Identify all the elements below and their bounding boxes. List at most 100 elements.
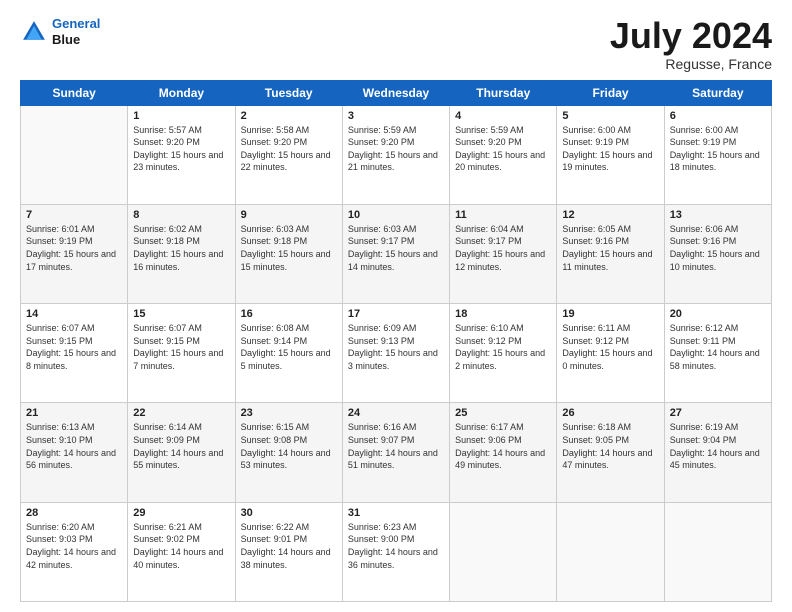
day-info: Sunrise: 6:11 AM Sunset: 9:12 PM Dayligh… (562, 322, 658, 372)
calendar-cell: 16Sunrise: 6:08 AM Sunset: 9:14 PM Dayli… (235, 304, 342, 403)
col-wednesday: Wednesday (342, 80, 449, 105)
day-info: Sunrise: 6:22 AM Sunset: 9:01 PM Dayligh… (241, 521, 337, 571)
calendar-cell: 9 Sunrise: 6:03 AM Sunset: 9:18 PM Daylig… (235, 204, 342, 303)
calendar-week-row: 14 Sunrise: 6:07 AM Sunset: 9:15 PM Dayli… (21, 304, 772, 403)
calendar-cell: 14 Sunrise: 6:07 AM Sunset: 9:15 PM Dayli… (21, 304, 128, 403)
calendar-cell: 29 Sunrise: 6:21 AM Sunset: 9:02 PM Dayli… (128, 502, 235, 601)
calendar-cell: 4 Sunrise: 5:59 AM Sunset: 9:20 PM Daylig… (450, 105, 557, 204)
day-number: 17 (348, 308, 444, 320)
day-number: 18 (455, 308, 551, 320)
day-info: Sunrise: 6:20 AM Sunset: 9:03 PM Dayligh… (26, 521, 122, 571)
day-info: Sunrise: 6:17 AM Sunset: 9:06 PM Dayligh… (455, 421, 551, 471)
calendar-cell: 30 Sunrise: 6:22 AM Sunset: 9:01 PM Dayli… (235, 502, 342, 601)
day-number: 6 (670, 110, 766, 122)
calendar-cell (557, 502, 664, 601)
day-info: Sunrise: 5:59 AM Sunset: 9:20 PM Dayligh… (455, 124, 551, 174)
day-number: 22 (133, 407, 229, 419)
day-info: Sunrise: 6:19 AM Sunset: 9:04 PM Dayligh… (670, 421, 766, 471)
day-info: Sunrise: 5:58 AM Sunset: 9:20 PM Dayligh… (241, 124, 337, 174)
location: Regusse, France (610, 56, 772, 72)
calendar-cell: 10Sunrise: 6:03 AM Sunset: 9:17 PM Dayli… (342, 204, 449, 303)
logo: General Blue (20, 16, 100, 47)
calendar-cell: 20 Sunrise: 6:12 AM Sunset: 9:11 PM Dayli… (664, 304, 771, 403)
day-number: 25 (455, 407, 551, 419)
calendar-week-row: 1 Sunrise: 5:57 AM Sunset: 9:20 PM Daylig… (21, 105, 772, 204)
day-info: Sunrise: 6:09 AM Sunset: 9:13 PM Dayligh… (348, 322, 444, 372)
calendar-cell: 17 Sunrise: 6:09 AM Sunset: 9:13 PM Dayli… (342, 304, 449, 403)
calendar-week-row: 28Sunrise: 6:20 AM Sunset: 9:03 PM Dayli… (21, 502, 772, 601)
month-title: July 2024 (610, 16, 772, 56)
col-tuesday: Tuesday (235, 80, 342, 105)
col-thursday: Thursday (450, 80, 557, 105)
calendar-header-row: Sunday Monday Tuesday Wednesday Thursday… (21, 80, 772, 105)
calendar-cell: 3 Sunrise: 5:59 AM Sunset: 9:20 PM Daylig… (342, 105, 449, 204)
calendar-cell (664, 502, 771, 601)
col-saturday: Saturday (664, 80, 771, 105)
day-number: 19 (562, 308, 658, 320)
day-number: 4 (455, 110, 551, 122)
day-number: 20 (670, 308, 766, 320)
calendar-cell: 22 Sunrise: 6:14 AM Sunset: 9:09 PM Dayli… (128, 403, 235, 502)
day-number: 29 (133, 507, 229, 519)
day-info: Sunrise: 6:07 AM Sunset: 9:15 PM Dayligh… (26, 322, 122, 372)
day-number: 8 (133, 209, 229, 221)
calendar-cell: 8 Sunrise: 6:02 AM Sunset: 9:18 PM Daylig… (128, 204, 235, 303)
calendar-cell: 19 Sunrise: 6:11 AM Sunset: 9:12 PM Dayli… (557, 304, 664, 403)
col-sunday: Sunday (21, 80, 128, 105)
day-info: Sunrise: 5:59 AM Sunset: 9:20 PM Dayligh… (348, 124, 444, 174)
day-number: 31 (348, 507, 444, 519)
calendar-cell: 2 Sunrise: 5:58 AM Sunset: 9:20 PM Daylig… (235, 105, 342, 204)
calendar-cell: 15 Sunrise: 6:07 AM Sunset: 9:15 PM Dayli… (128, 304, 235, 403)
calendar-cell: 18Sunrise: 6:10 AM Sunset: 9:12 PM Dayli… (450, 304, 557, 403)
day-number: 15 (133, 308, 229, 320)
calendar-cell: 11Sunrise: 6:04 AM Sunset: 9:17 PM Dayli… (450, 204, 557, 303)
calendar-cell: 26Sunrise: 6:18 AM Sunset: 9:05 PM Dayli… (557, 403, 664, 502)
calendar-week-row: 21Sunrise: 6:13 AM Sunset: 9:10 PM Dayli… (21, 403, 772, 502)
col-friday: Friday (557, 80, 664, 105)
title-block: July 2024 Regusse, France (610, 16, 772, 72)
calendar-cell: 5Sunrise: 6:00 AM Sunset: 9:19 PM Daylig… (557, 105, 664, 204)
header: General Blue July 2024 Regusse, France (20, 16, 772, 72)
calendar-cell: 21Sunrise: 6:13 AM Sunset: 9:10 PM Dayli… (21, 403, 128, 502)
day-number: 2 (241, 110, 337, 122)
calendar-cell (450, 502, 557, 601)
day-info: Sunrise: 5:57 AM Sunset: 9:20 PM Dayligh… (133, 124, 229, 174)
logo-line1: General (52, 16, 100, 31)
calendar-cell: 25 Sunrise: 6:17 AM Sunset: 9:06 PM Dayli… (450, 403, 557, 502)
day-number: 23 (241, 407, 337, 419)
day-info: Sunrise: 6:04 AM Sunset: 9:17 PM Dayligh… (455, 223, 551, 273)
day-number: 27 (670, 407, 766, 419)
calendar-cell: 27 Sunrise: 6:19 AM Sunset: 9:04 PM Dayli… (664, 403, 771, 502)
page: General Blue July 2024 Regusse, France S… (0, 0, 792, 612)
logo-icon (20, 18, 48, 46)
day-number: 10 (348, 209, 444, 221)
day-number: 3 (348, 110, 444, 122)
day-info: Sunrise: 6:21 AM Sunset: 9:02 PM Dayligh… (133, 521, 229, 571)
day-info: Sunrise: 6:05 AM Sunset: 9:16 PM Dayligh… (562, 223, 658, 273)
day-number: 13 (670, 209, 766, 221)
day-number: 1 (133, 110, 229, 122)
day-info: Sunrise: 6:14 AM Sunset: 9:09 PM Dayligh… (133, 421, 229, 471)
calendar-table: Sunday Monday Tuesday Wednesday Thursday… (20, 80, 772, 602)
day-number: 30 (241, 507, 337, 519)
day-info: Sunrise: 6:00 AM Sunset: 9:19 PM Dayligh… (670, 124, 766, 174)
calendar-cell: 7Sunrise: 6:01 AM Sunset: 9:19 PM Daylig… (21, 204, 128, 303)
day-info: Sunrise: 6:07 AM Sunset: 9:15 PM Dayligh… (133, 322, 229, 372)
day-info: Sunrise: 6:12 AM Sunset: 9:11 PM Dayligh… (670, 322, 766, 372)
calendar-cell: 31 Sunrise: 6:23 AM Sunset: 9:00 PM Dayli… (342, 502, 449, 601)
calendar-week-row: 7Sunrise: 6:01 AM Sunset: 9:19 PM Daylig… (21, 204, 772, 303)
day-info: Sunrise: 6:15 AM Sunset: 9:08 PM Dayligh… (241, 421, 337, 471)
day-number: 24 (348, 407, 444, 419)
day-number: 9 (241, 209, 337, 221)
day-number: 14 (26, 308, 122, 320)
day-info: Sunrise: 6:08 AM Sunset: 9:14 PM Dayligh… (241, 322, 337, 372)
day-info: Sunrise: 6:23 AM Sunset: 9:00 PM Dayligh… (348, 521, 444, 571)
day-info: Sunrise: 6:02 AM Sunset: 9:18 PM Dayligh… (133, 223, 229, 273)
day-info: Sunrise: 6:13 AM Sunset: 9:10 PM Dayligh… (26, 421, 122, 471)
day-info: Sunrise: 6:03 AM Sunset: 9:18 PM Dayligh… (241, 223, 337, 273)
day-number: 7 (26, 209, 122, 221)
calendar-cell: 24 Sunrise: 6:16 AM Sunset: 9:07 PM Dayli… (342, 403, 449, 502)
day-info: Sunrise: 6:16 AM Sunset: 9:07 PM Dayligh… (348, 421, 444, 471)
day-info: Sunrise: 6:18 AM Sunset: 9:05 PM Dayligh… (562, 421, 658, 471)
calendar-cell: 12Sunrise: 6:05 AM Sunset: 9:16 PM Dayli… (557, 204, 664, 303)
